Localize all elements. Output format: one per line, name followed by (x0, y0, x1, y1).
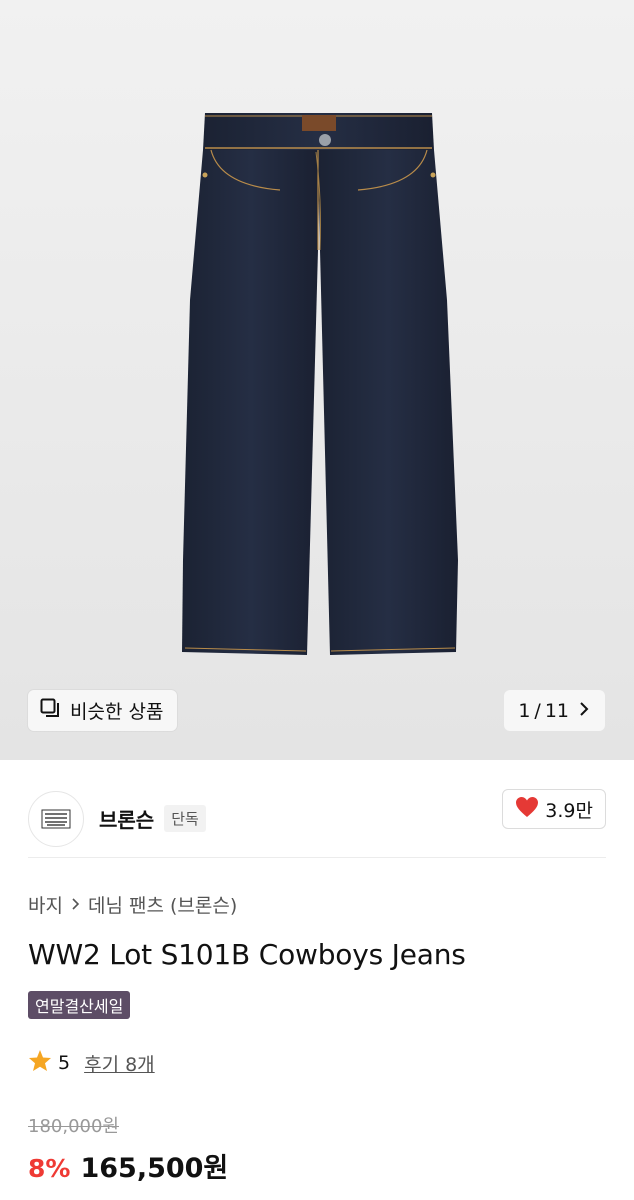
chevron-right-icon (71, 894, 80, 916)
similar-products-button[interactable]: 비슷한 상품 (28, 690, 178, 731)
rating-score: 5 (58, 1052, 71, 1074)
brand-name[interactable]: 브론슨 (99, 804, 154, 833)
reviews-link[interactable]: 후기 8개 (84, 1050, 155, 1077)
heart-icon (515, 796, 539, 823)
price-row: 8% 165,500원 (28, 1146, 228, 1185)
breadcrumb-category[interactable]: 데님 팬츠 (브론슨) (88, 891, 237, 918)
pager-total: 11 (544, 699, 569, 722)
similar-products-label: 비슷한 상품 (70, 701, 164, 723)
product-photo (182, 113, 458, 655)
original-price: 180,000원 (28, 1116, 119, 1137)
discount-rate: 8% (28, 1154, 71, 1183)
pager-current: 1 (518, 699, 531, 722)
final-price: 165,500원 (80, 1153, 229, 1184)
pager-separator: / (534, 699, 541, 722)
breadcrumb: 바지 데님 팬츠 (브론슨) (28, 891, 237, 918)
brand-logo[interactable] (28, 790, 84, 847)
similar-products-icon (40, 698, 62, 723)
like-count: 3.9만 (545, 799, 593, 822)
breadcrumb-parent[interactable]: 바지 (28, 891, 63, 918)
image-pager-button[interactable]: 1/11 (504, 690, 605, 731)
exclusive-badge: 단독 (164, 805, 206, 832)
star-icon (28, 1049, 52, 1077)
like-button[interactable]: 3.9만 (502, 789, 606, 829)
rating-row: 5 후기 8개 (28, 1049, 155, 1077)
product-image-area[interactable]: 비슷한 상품 1/11 (0, 0, 634, 760)
sale-badge: 연말결산세일 (28, 991, 131, 1019)
product-title: WW2 Lot S101B Cowboys Jeans (28, 938, 466, 971)
brand-row: 브론슨 단독 3.9만 (28, 780, 606, 858)
chevron-right-icon (579, 700, 589, 722)
